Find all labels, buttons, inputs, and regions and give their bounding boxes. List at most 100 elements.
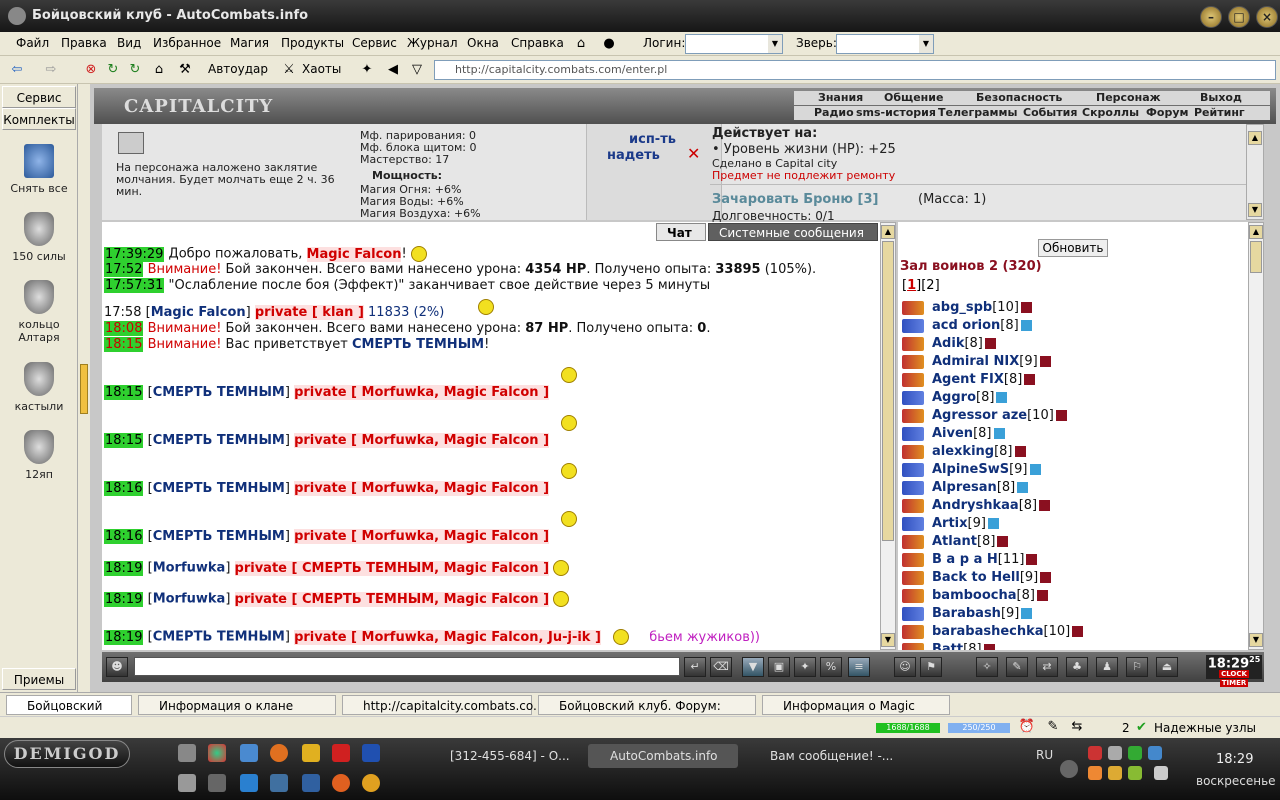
user-name[interactable]: Andryshkaa (932, 498, 1019, 513)
chat-nick[interactable]: Morfuwka (153, 592, 226, 607)
chat-input[interactable] (134, 657, 680, 676)
user-row[interactable]: acd orion[8] (902, 318, 1032, 333)
menu-journal[interactable]: Журнал (407, 36, 458, 50)
tray-icon[interactable] (1108, 746, 1122, 760)
note-icon[interactable]: ✎ (1044, 718, 1062, 736)
tray-icon[interactable] (1088, 746, 1102, 760)
private-message-icon[interactable] (902, 300, 924, 315)
scroll-icon[interactable]: ✎ (1006, 657, 1028, 677)
tab-capitalcity[interactable]: http://capitalcity.combats.co... (342, 695, 544, 715)
info-icon[interactable] (987, 518, 999, 529)
use-link[interactable]: исп-ть (629, 133, 676, 146)
chat-nick[interactable]: Magic Falcon (151, 305, 246, 320)
scroll-thumb[interactable] (1250, 241, 1262, 273)
user-name[interactable]: Agressor aze (932, 408, 1027, 423)
user-name[interactable]: abg_spb (932, 300, 992, 315)
user-name[interactable]: alexking (932, 444, 994, 459)
menu-service[interactable]: Сервис (352, 36, 397, 50)
image-icon[interactable] (240, 744, 258, 762)
private-message-icon[interactable] (902, 354, 924, 369)
nav-communication[interactable]: Общение (884, 91, 943, 104)
stop-icon[interactable]: ⊗ (82, 61, 100, 79)
private-message-icon[interactable] (902, 390, 924, 405)
filter-icon[interactable]: ▽ (408, 61, 426, 79)
scroll-down-icon[interactable]: ▼ (1249, 633, 1263, 647)
chat-nick[interactable]: СМЕРТЬ ТЕМНЫМ (153, 529, 285, 544)
info-icon[interactable] (984, 338, 996, 349)
tray-time[interactable]: 18:29 (1216, 752, 1253, 767)
save-icon[interactable]: ▣ (768, 657, 790, 677)
clock-label[interactable]: CLOCK (1219, 670, 1249, 678)
minimize-button[interactable]: – (1200, 6, 1222, 28)
private-message-icon[interactable] (902, 498, 924, 513)
private-message-icon[interactable] (902, 606, 924, 621)
user-name[interactable]: Back to Hell (932, 570, 1020, 585)
tray-icon[interactable] (1148, 746, 1162, 760)
user-row[interactable]: Aiven[8] (902, 426, 1005, 441)
info-icon[interactable] (993, 428, 1005, 439)
private-message-icon[interactable] (902, 552, 924, 567)
user-row[interactable]: Alpresan[8] (902, 480, 1029, 495)
info-icon[interactable] (1039, 356, 1051, 367)
nav-radio[interactable]: Радио (814, 106, 854, 119)
nav-events[interactable]: События (1023, 106, 1077, 119)
users-scrollbar[interactable]: ▲ ▼ (1248, 222, 1264, 650)
collapse-handle[interactable] (80, 364, 88, 414)
coin-icon[interactable]: ● (600, 35, 618, 53)
info-icon[interactable] (1020, 302, 1032, 313)
tray-icon[interactable] (1128, 746, 1142, 760)
sidebar-splitter[interactable] (78, 84, 90, 692)
user-row[interactable]: Aggro[8] (902, 390, 1008, 405)
chat-mode-icon[interactable]: ☻ (106, 657, 128, 677)
user-row[interactable]: Agressor aze[10] (902, 408, 1067, 423)
info-icon[interactable] (997, 536, 1009, 547)
chat-speed-icon[interactable]: ≡ (848, 657, 870, 677)
save-icon[interactable] (362, 744, 380, 762)
user-name[interactable]: Batt (932, 642, 963, 650)
clan-icon[interactable]: ⚑ (920, 657, 942, 677)
sidebar-item-crutches[interactable]: кастыли (0, 362, 78, 413)
language-indicator[interactable]: RU (1036, 748, 1053, 762)
chat-nick[interactable]: Morfuwka (153, 561, 226, 576)
start-button[interactable]: DEMIGOD (4, 740, 130, 768)
info-icon[interactable] (1039, 500, 1051, 511)
menu-view[interactable]: Вид (117, 36, 141, 50)
task-autocombats[interactable]: AutoCombats.info (588, 744, 738, 768)
exit-icon[interactable]: ⏏ (1156, 657, 1178, 677)
info-icon[interactable] (1072, 626, 1084, 637)
user-row[interactable]: Artix[9] (902, 516, 999, 531)
user-name[interactable]: Atlant (932, 534, 977, 549)
info-icon[interactable] (996, 392, 1008, 403)
user-name[interactable]: Admiral NIX (932, 354, 1019, 369)
priemy-button[interactable]: Приемы (2, 668, 76, 690)
tab-forum[interactable]: Бойцовский клуб. Форум: "Жало... (538, 695, 756, 733)
tab-magic-falcon-info[interactable]: Информация о Magic Falcon (762, 695, 950, 733)
tools-icon[interactable]: ⚒ (176, 61, 194, 79)
user-row[interactable]: Batt[8] (902, 642, 995, 650)
info-icon[interactable] (1020, 320, 1032, 331)
info-icon[interactable] (983, 644, 995, 650)
info-icon[interactable] (1036, 590, 1048, 601)
user-row[interactable]: Barabash[9] (902, 606, 1033, 621)
user-row[interactable]: alexking[8] (902, 444, 1026, 459)
send-icon[interactable]: ↵ (684, 657, 706, 677)
info-scrollbar[interactable]: ▲ ▼ (1246, 124, 1264, 220)
user-name[interactable]: barabashechka (932, 624, 1044, 639)
group-icon[interactable]: ♟ (1096, 657, 1118, 677)
chat-nick[interactable]: СМЕРТЬ ТЕМНЫМ (153, 630, 285, 645)
armor-icon[interactable] (178, 744, 196, 762)
chat-nick[interactable]: СМЕРТЬ ТЕМНЫМ (153, 433, 285, 448)
tab-combats-club[interactable]: Бойцовский клуб (6, 695, 132, 733)
info-icon[interactable] (1029, 464, 1041, 475)
maximize-button[interactable]: □ (1228, 6, 1250, 28)
nav-character[interactable]: Персонаж (1096, 91, 1161, 104)
nav-rating[interactable]: Рейтинг (1194, 106, 1245, 119)
user-name[interactable]: bamboocha (932, 588, 1017, 603)
info-icon[interactable] (1055, 410, 1067, 421)
user-row[interactable]: barabashechka[10] (902, 624, 1084, 639)
menu-magic[interactable]: Магия (230, 36, 269, 50)
user-name[interactable]: AlpineSwS (932, 462, 1009, 477)
service-button[interactable]: Сервис (2, 86, 76, 108)
login-select[interactable]: ▼ (685, 34, 783, 54)
autoudar-button[interactable]: Автоудар (208, 62, 268, 76)
